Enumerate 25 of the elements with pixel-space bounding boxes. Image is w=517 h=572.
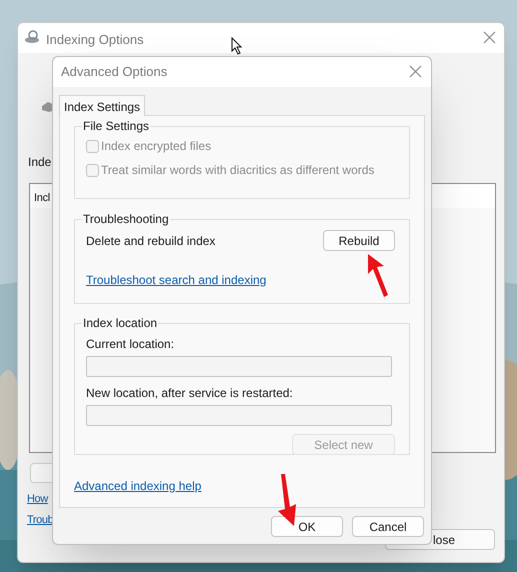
description-text: Delete and rebuild index <box>86 232 216 250</box>
cancel-button[interactable]: Cancel <box>352 516 424 537</box>
help-link[interactable]: Advanced indexing help <box>74 477 202 495</box>
input-field[interactable] <box>86 356 392 377</box>
input-field[interactable] <box>86 405 392 426</box>
ok-button[interactable]: OK <box>271 516 343 537</box>
column-header: Incl <box>34 191 50 206</box>
group-title: Index location <box>82 316 158 330</box>
select-new-button: Select new <box>292 434 395 455</box>
rebuild-button[interactable]: Rebuild <box>323 230 395 251</box>
link[interactable]: How <box>27 491 48 508</box>
field-label: Current location: <box>86 336 176 353</box>
window-title: Indexing Options <box>46 31 144 49</box>
link[interactable]: Troubleshoot search and indexing <box>86 271 266 289</box>
checkbox-label: Index encrypted files <box>101 138 212 155</box>
group-title: Troubleshooting <box>82 212 170 226</box>
tab[interactable]: Index Settings <box>59 95 146 116</box>
arrow-annotation <box>366 252 391 298</box>
close-icon[interactable] <box>409 65 422 78</box>
label: Inde <box>28 154 52 171</box>
close-icon[interactable] <box>483 31 496 44</box>
field-label: New location, after service is restarted: <box>86 385 294 402</box>
checkbox-label: Treat similar words with diacritics as different words <box>101 162 374 179</box>
dialog-title: Advanced Options <box>61 63 168 82</box>
group-title: File Settings <box>82 119 150 133</box>
